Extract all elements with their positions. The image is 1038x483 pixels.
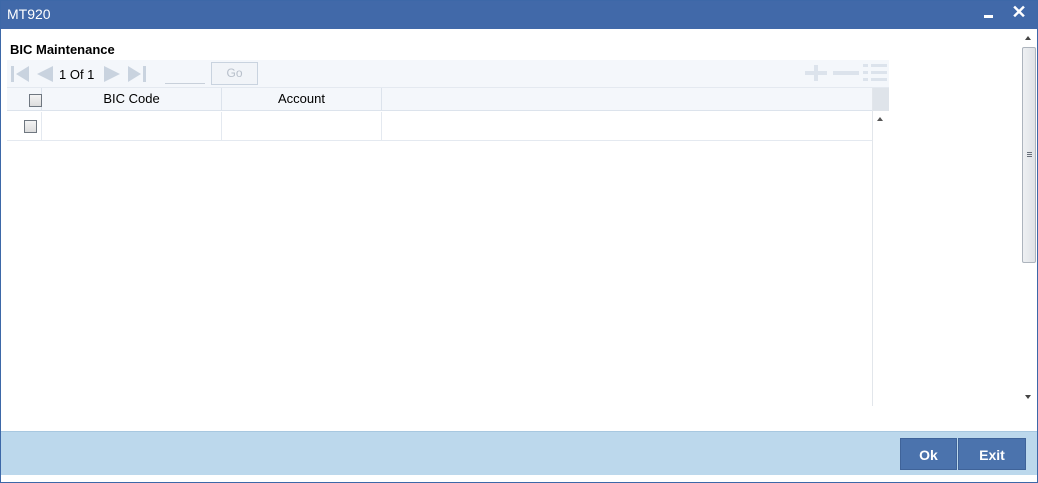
ok-button[interactable]: Ok (900, 438, 957, 470)
page-counter: 1 Of 1 (59, 67, 95, 82)
row-checkbox[interactable] (24, 120, 37, 133)
bic-code-column-header[interactable]: BIC Code (42, 88, 222, 111)
mt920-window: MT920 ✕ BIC Maintenance 1 Of 1 Go BIC Co… (0, 0, 1038, 483)
go-button[interactable]: Go (211, 62, 258, 85)
table-row (7, 112, 872, 141)
exit-button[interactable]: Exit (958, 438, 1026, 470)
first-page-icon[interactable] (9, 65, 31, 83)
page-scroll-up-icon[interactable] (1025, 36, 1031, 40)
footer-bar: Ok Exit (1, 431, 1037, 475)
bic-code-cell[interactable] (42, 112, 222, 141)
select-all-checkbox[interactable] (29, 94, 42, 107)
page-scroll-down-icon[interactable] (1025, 395, 1031, 399)
account-column-header[interactable]: Account (222, 88, 382, 111)
account-cell[interactable] (222, 112, 382, 141)
grid-scrollbar[interactable] (872, 88, 889, 406)
page-number-input[interactable] (165, 65, 205, 84)
grid-scroll-up-icon[interactable] (877, 117, 883, 121)
single-view-icon[interactable] (863, 62, 887, 84)
next-page-icon[interactable] (102, 65, 124, 83)
window-title: MT920 (7, 6, 51, 22)
previous-page-icon[interactable] (33, 65, 55, 83)
select-all-cell (7, 88, 42, 111)
grid-pagination-toolbar: 1 Of 1 Go (7, 60, 889, 87)
delete-row-icon[interactable] (833, 71, 859, 75)
window-titlebar[interactable]: MT920 ✕ (1, 1, 1037, 29)
last-page-icon[interactable] (126, 65, 148, 83)
page-scrollbar[interactable] (1021, 31, 1037, 404)
add-row-icon[interactable] (805, 65, 827, 81)
minimize-icon[interactable] (979, 3, 999, 25)
section-title: BIC Maintenance (10, 42, 115, 57)
grid-header: BIC Code Account (7, 88, 872, 111)
close-icon[interactable]: ✕ (1009, 3, 1029, 25)
bic-maintenance-grid: BIC Code Account (7, 87, 889, 406)
row-select-cell (7, 112, 42, 141)
page-scroll-thumb[interactable] (1022, 47, 1036, 263)
